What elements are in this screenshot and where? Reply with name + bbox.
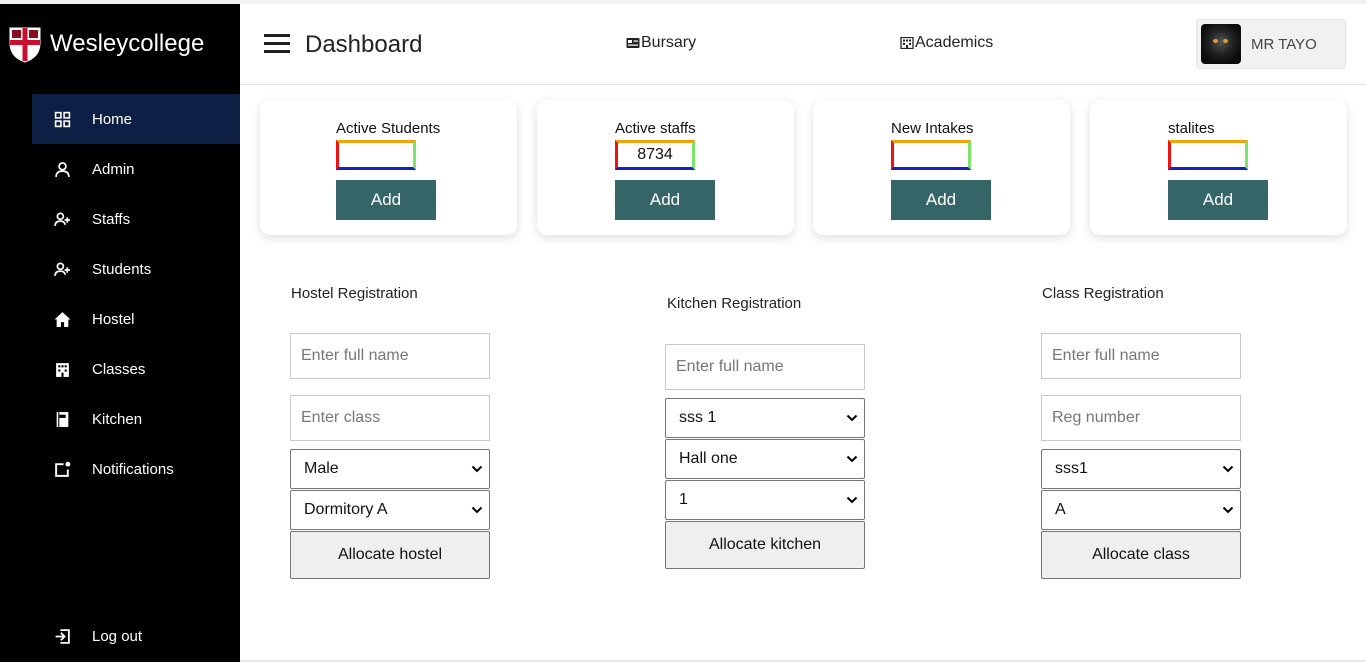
logout-label: Log out bbox=[92, 627, 143, 645]
add-stalites-button[interactable]: Add bbox=[1168, 180, 1268, 220]
allocate-kitchen-button[interactable]: Allocate kitchen bbox=[665, 521, 865, 569]
chevron-down-icon bbox=[846, 493, 858, 505]
sidebar-item-label: Notifications bbox=[92, 460, 174, 478]
add-active-staffs-button[interactable]: Add bbox=[615, 180, 715, 220]
sidebar-item-notifications[interactable]: Notifications bbox=[32, 444, 240, 494]
add-active-students-button[interactable]: Add bbox=[336, 180, 436, 220]
hamburger-icon-bar bbox=[264, 50, 290, 53]
user-name: MR TAYO bbox=[1251, 35, 1317, 53]
sidebar-item-admin[interactable]: Admin bbox=[32, 144, 240, 194]
select-value: sss 1 bbox=[679, 409, 717, 426]
sidebar-item-label: Classes bbox=[92, 360, 146, 378]
sidebar-item-home[interactable]: Home bbox=[32, 94, 240, 144]
house-icon bbox=[52, 309, 72, 329]
hamburger-icon bbox=[264, 34, 290, 37]
hamburger-icon-bar bbox=[264, 42, 290, 45]
page-title: Dashboard bbox=[305, 31, 423, 58]
college-shield-logo bbox=[9, 27, 41, 63]
stat-card-label: Active staffs bbox=[615, 120, 696, 137]
sidebar: Wesleycollege Home Admin Staffs Students bbox=[0, 4, 240, 662]
select-value: A bbox=[1055, 501, 1066, 518]
top-header: Dashboard Bursary Academics MR TAYO bbox=[240, 4, 1366, 85]
sidebar-item-label: Students bbox=[92, 260, 152, 278]
active-staffs-input[interactable] bbox=[615, 140, 695, 170]
select-value: Dormitory A bbox=[304, 501, 388, 518]
user-icon bbox=[52, 159, 72, 179]
sidebar-item-label: Hostel bbox=[92, 310, 135, 328]
header-link-label: Academics bbox=[915, 34, 994, 51]
stat-card-label: New Intakes bbox=[891, 120, 974, 137]
stat-card-label: Active Students bbox=[336, 120, 441, 137]
logout-button[interactable]: Log out bbox=[32, 611, 240, 661]
sidebar-item-classes[interactable]: Classes bbox=[32, 344, 240, 394]
kitchen-hall-select[interactable]: Hall one bbox=[665, 439, 865, 479]
class-name-input[interactable] bbox=[1041, 333, 1241, 379]
avatar bbox=[1201, 24, 1241, 64]
sidebar-item-hostel[interactable]: Hostel bbox=[32, 294, 240, 344]
header-link-bursary[interactable]: Bursary bbox=[626, 34, 696, 52]
sidebar-item-label: Home bbox=[92, 110, 133, 128]
sidebar-item-kitchen[interactable]: Kitchen bbox=[32, 394, 240, 444]
new-intakes-input[interactable] bbox=[891, 140, 971, 170]
user-plus-icon bbox=[52, 259, 72, 279]
logout-icon bbox=[52, 626, 72, 646]
book-icon bbox=[52, 409, 72, 429]
class-arm-select[interactable]: A bbox=[1041, 490, 1241, 530]
kitchen-number-select[interactable]: 1 bbox=[665, 480, 865, 520]
reg-number-input[interactable] bbox=[1041, 395, 1241, 441]
hostel-gender-select[interactable]: Male bbox=[290, 449, 490, 489]
active-students-input[interactable] bbox=[336, 140, 416, 170]
add-new-intakes-button[interactable]: Add bbox=[891, 180, 991, 220]
kitchen-name-input[interactable] bbox=[665, 344, 865, 390]
sidebar-item-label: Kitchen bbox=[92, 410, 143, 428]
menu-toggle-button[interactable] bbox=[264, 34, 290, 56]
brand-name: Wesleycollege bbox=[50, 30, 205, 57]
brand[interactable]: Wesleycollege bbox=[8, 24, 204, 64]
kitchen-class-select[interactable]: sss 1 bbox=[665, 398, 865, 438]
avatar-eye bbox=[1213, 39, 1218, 43]
hostel-registration-title: Hostel Registration bbox=[291, 285, 418, 302]
stalites-input[interactable] bbox=[1168, 140, 1248, 170]
sidebar-nav: Home Admin Staffs Students Hostel Classe… bbox=[32, 94, 240, 494]
user-plus-icon bbox=[52, 209, 72, 229]
class-level-select[interactable]: sss1 bbox=[1041, 449, 1241, 489]
sidebar-item-label: Staffs bbox=[92, 210, 131, 228]
header-link-label: Bursary bbox=[641, 34, 697, 51]
grid-icon bbox=[52, 109, 72, 129]
chevron-down-icon bbox=[471, 462, 483, 474]
sidebar-item-students[interactable]: Students bbox=[32, 244, 240, 294]
class-registration-title: Class Registration bbox=[1042, 285, 1164, 302]
hostel-name-input[interactable] bbox=[290, 333, 490, 379]
id-card-icon bbox=[626, 36, 641, 50]
allocate-class-button[interactable]: Allocate class bbox=[1041, 531, 1241, 579]
chevron-down-icon bbox=[471, 503, 483, 515]
select-value: sss1 bbox=[1055, 460, 1088, 477]
chevron-down-icon bbox=[846, 411, 858, 423]
chevron-down-icon bbox=[1222, 462, 1234, 474]
sidebar-item-staffs[interactable]: Staffs bbox=[32, 194, 240, 244]
stat-card-label: stalites bbox=[1168, 120, 1215, 137]
sidebar-item-label: Admin bbox=[92, 160, 135, 178]
notification-icon bbox=[52, 459, 72, 479]
select-value: Hall one bbox=[679, 450, 738, 467]
select-value: Male bbox=[304, 460, 339, 477]
kitchen-registration-title: Kitchen Registration bbox=[667, 295, 802, 312]
hostel-dormitory-select[interactable]: Dormitory A bbox=[290, 490, 490, 530]
chevron-down-icon bbox=[1222, 503, 1234, 515]
header-link-academics[interactable]: Academics bbox=[900, 34, 993, 52]
allocate-hostel-button[interactable]: Allocate hostel bbox=[290, 531, 490, 579]
select-value: 1 bbox=[679, 491, 688, 508]
user-profile-menu[interactable]: MR TAYO bbox=[1196, 19, 1346, 69]
building-icon bbox=[900, 36, 915, 50]
avatar-eye bbox=[1223, 39, 1228, 43]
chevron-down-icon bbox=[846, 452, 858, 464]
hostel-class-input[interactable] bbox=[290, 395, 490, 441]
building-icon bbox=[52, 359, 72, 379]
